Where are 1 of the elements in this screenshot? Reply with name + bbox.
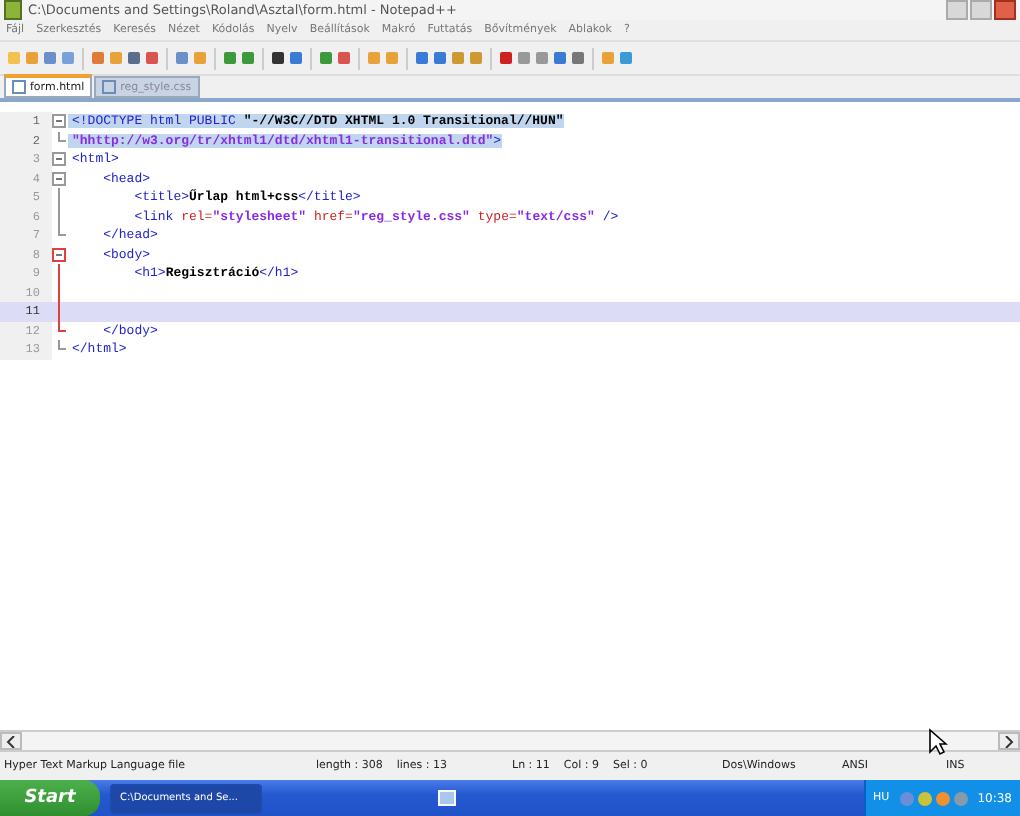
start-button[interactable]: Start bbox=[0, 780, 100, 816]
